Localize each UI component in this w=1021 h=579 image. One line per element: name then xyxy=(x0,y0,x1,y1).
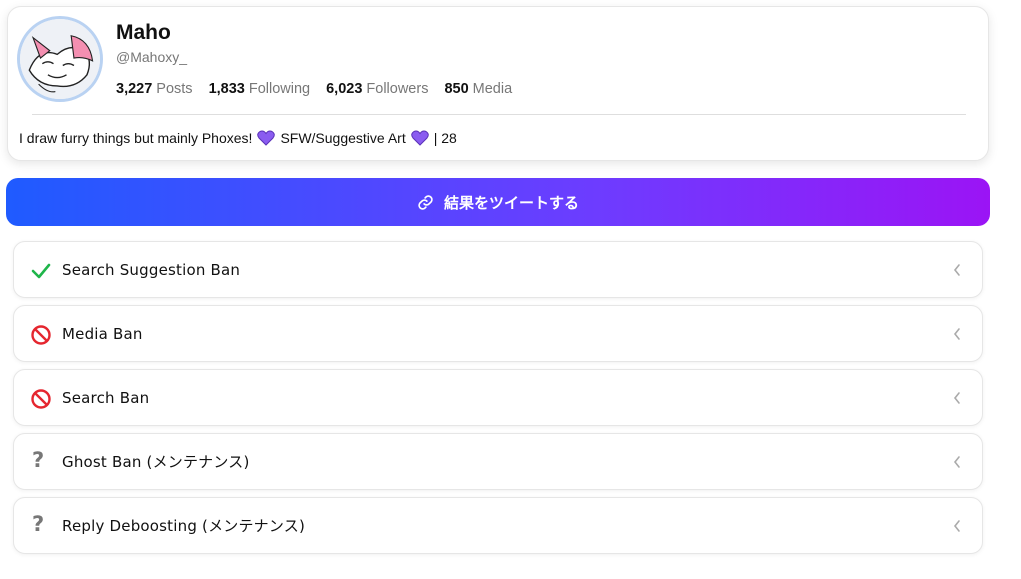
stat-following[interactable]: 1,833 Following xyxy=(209,81,311,97)
avatar[interactable] xyxy=(17,16,103,102)
avatar-image xyxy=(20,19,100,99)
chevron-left-icon xyxy=(953,456,960,468)
result-label: Ghost Ban (メンテナンス) xyxy=(62,453,250,471)
divider xyxy=(32,114,966,115)
profile-card: Maho @Mahoxy_ 3,227 Posts 1,833 Following … xyxy=(7,6,989,161)
prohibited-icon xyxy=(31,389,51,409)
prohibited-icon xyxy=(31,325,51,345)
display-name: Maho xyxy=(116,21,171,44)
question-icon: ? xyxy=(32,448,45,472)
result-label: Search Ban xyxy=(62,388,150,407)
bio-text: I draw furry things but mainly Phoxes! xyxy=(19,130,253,146)
stat-value: 1,833 xyxy=(208,81,245,97)
result-ghost-ban[interactable]: ? Ghost Ban (メンテナンス) xyxy=(13,433,983,490)
stat-posts[interactable]: 3,227 Posts xyxy=(116,81,193,97)
result-label: Reply Deboosting (メンテナンス) xyxy=(62,517,306,535)
profile-stats: 3,227 Posts 1,833 Following 6,023 Followers… xyxy=(116,81,512,97)
link-icon xyxy=(418,194,433,210)
result-search-ban[interactable]: Search Ban xyxy=(13,369,983,426)
result-reply-deboosting[interactable]: ? Reply Deboosting (メンテナンス) xyxy=(13,497,983,554)
stat-label: Following xyxy=(248,81,311,97)
stat-followers[interactable]: 6,023 Followers xyxy=(326,81,428,97)
check-icon xyxy=(31,263,51,279)
chevron-left-icon xyxy=(953,328,960,340)
result-label: Media Ban xyxy=(62,324,143,343)
bio-text: SFW/Suggestive Art xyxy=(280,130,406,146)
result-media-ban[interactable]: Media Ban xyxy=(13,305,983,362)
tweet-button-label: 結果をツイートする xyxy=(443,194,579,212)
profile-bio: I draw furry things but mainly Phoxes! S… xyxy=(19,130,457,146)
chevron-left-icon xyxy=(953,264,960,276)
purple-heart-icon xyxy=(410,130,429,146)
stat-value: 3,227 xyxy=(116,81,153,97)
tweet-results-button[interactable]: 結果をツイートする xyxy=(6,178,990,226)
stat-value: 6,023 xyxy=(326,81,363,97)
user-handle: @Mahoxy_ xyxy=(116,49,188,65)
chevron-left-icon xyxy=(953,392,960,404)
bio-text: | 28 xyxy=(433,130,457,146)
stat-media[interactable]: 850 Media xyxy=(444,81,512,97)
result-label: Search Suggestion Ban xyxy=(62,260,241,279)
stat-label: Followers xyxy=(366,81,429,97)
stat-label: Media xyxy=(472,81,513,97)
purple-heart-icon xyxy=(257,130,276,146)
stat-value: 850 xyxy=(444,81,469,97)
question-icon: ? xyxy=(32,512,45,536)
result-search-suggestion-ban[interactable]: Search Suggestion Ban xyxy=(13,241,983,298)
stat-label: Posts xyxy=(156,81,193,97)
chevron-left-icon xyxy=(953,520,960,532)
